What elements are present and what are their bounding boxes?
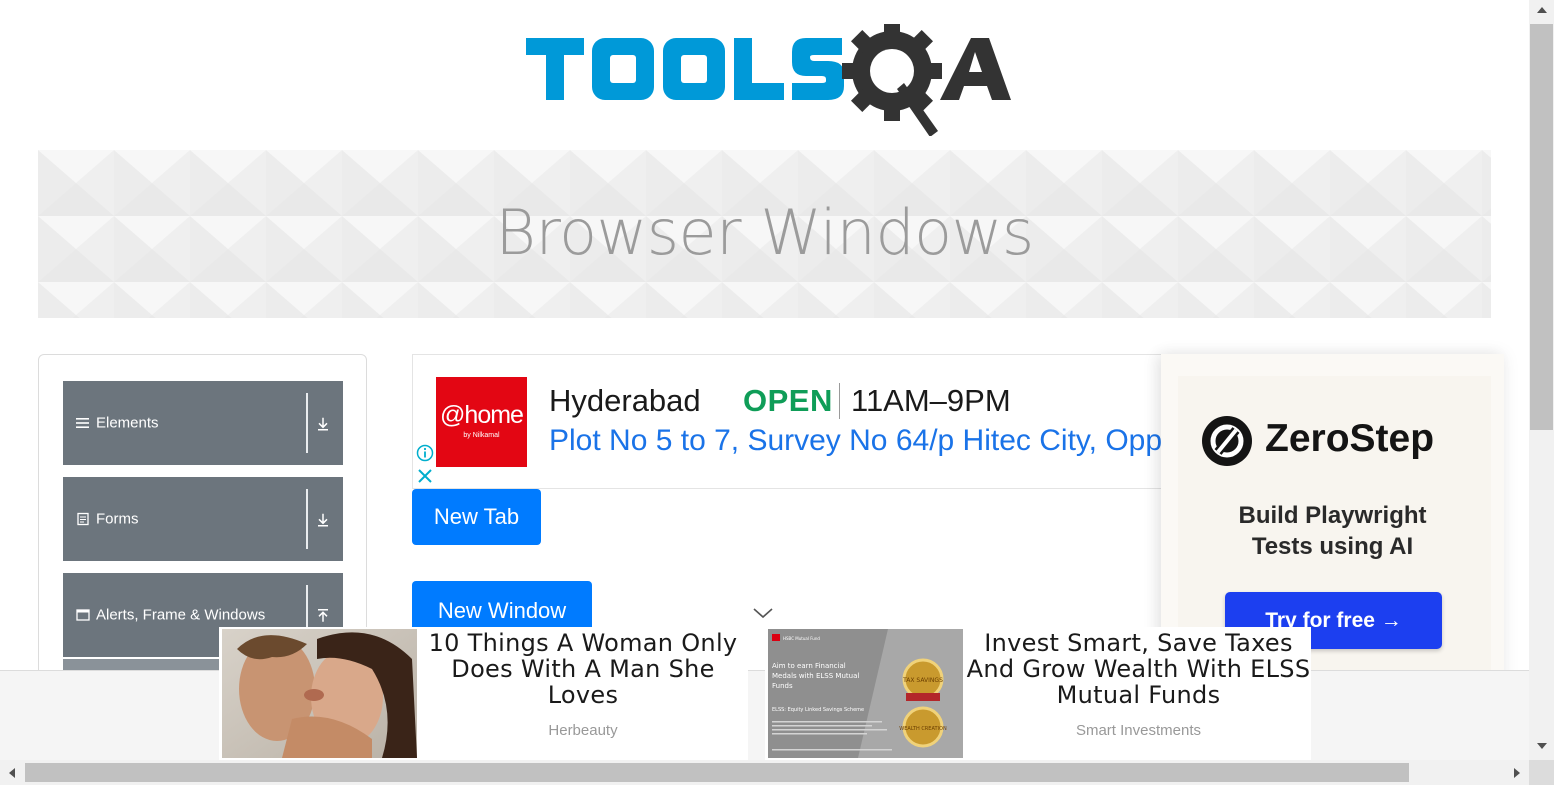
window-icon xyxy=(76,609,90,621)
sidebar-group-label: Elements xyxy=(96,414,159,432)
zerostep-logo-icon xyxy=(1202,416,1252,466)
native-ad-title[interactable]: Invest Smart, Save Taxes And Grow Wealth… xyxy=(966,630,1311,708)
tagline-line-2: Tests using AI xyxy=(1251,533,1414,560)
divider xyxy=(306,393,308,453)
page-banner: Browser Windows xyxy=(38,150,1491,318)
native-ad-source: Herbeauty xyxy=(548,722,618,739)
native-ad-source: Smart Investments xyxy=(1075,722,1202,739)
ad-close-icon[interactable] xyxy=(416,467,434,485)
sidebar-group-forms[interactable]: Forms xyxy=(63,477,343,561)
horizontal-scrollbar-thumb[interactable] xyxy=(25,763,1409,782)
medal-bottom-text: WEALTH CREATION xyxy=(899,726,947,732)
divider xyxy=(306,489,308,549)
collapse-up-icon xyxy=(318,609,328,622)
zerostep-brand: ZeroStep xyxy=(1265,417,1435,460)
ad-city: Hyderabad xyxy=(549,383,701,418)
toolsqa-logo-graphic xyxy=(526,21,1011,137)
native-ad-card[interactable]: 10 Things A Woman Only Does With A Man S… xyxy=(219,627,748,760)
form-icon xyxy=(77,512,89,526)
elss-ad-image: TAX SAVINGS WEALTH CREATION HSBC Mutual … xyxy=(768,629,963,758)
toolsqa-logo[interactable] xyxy=(526,21,1011,137)
vertical-scrollbar-thumb[interactable] xyxy=(1530,24,1553,430)
expand-down-icon xyxy=(318,417,328,431)
page: Browser Windows Elements Forms Alerts, F… xyxy=(0,0,1529,760)
new-tab-button[interactable]: New Tab xyxy=(412,489,541,545)
scrollbar-corner xyxy=(1529,760,1554,785)
sidebar-group-label: Forms xyxy=(96,510,139,528)
medal-top-text: TAX SAVINGS xyxy=(902,677,943,684)
tagline-line-1: Build Playwright xyxy=(1238,502,1427,529)
scroll-left-arrow-icon[interactable] xyxy=(7,767,17,779)
home-brand-logo: @home by Nilkamal xyxy=(436,377,527,467)
scroll-right-arrow-icon[interactable] xyxy=(1512,767,1522,779)
scroll-down-arrow-icon[interactable] xyxy=(1536,741,1548,751)
elss-caption: Aim to earn Financial Medals with ELSS M… xyxy=(772,662,860,690)
zerostep-tagline: Build Playwright Tests using AI xyxy=(1161,500,1504,562)
sidebar-group-label: Alerts, Frame & Windows xyxy=(96,606,266,624)
ad-open-status: OPEN xyxy=(743,383,833,418)
couple-photo xyxy=(222,629,417,758)
brand-logo-text: @home xyxy=(440,401,524,429)
scroll-up-arrow-icon[interactable] xyxy=(1536,5,1548,15)
ad-hours: 11AM–9PM xyxy=(851,383,1011,418)
native-ad-card[interactable]: TAX SAVINGS WEALTH CREATION HSBC Mutual … xyxy=(765,627,1311,760)
native-ad-title[interactable]: 10 Things A Woman Only Does With A Man S… xyxy=(424,630,742,708)
chevron-down-icon[interactable] xyxy=(752,606,774,620)
sidebar-group-elements[interactable]: Elements xyxy=(63,381,343,465)
bank-name: HSBC Mutual Fund xyxy=(783,636,820,641)
expand-down-icon xyxy=(318,513,328,527)
hamburger-icon xyxy=(76,418,89,428)
divider xyxy=(839,383,840,419)
brand-logo-subtext: by Nilkamal xyxy=(463,432,500,439)
page-title: Browser Windows xyxy=(495,196,1034,269)
elss-subcaption: ELSS: Equity Linked Savings Scheme xyxy=(772,707,864,713)
adchoices-info-icon[interactable] xyxy=(416,444,434,462)
